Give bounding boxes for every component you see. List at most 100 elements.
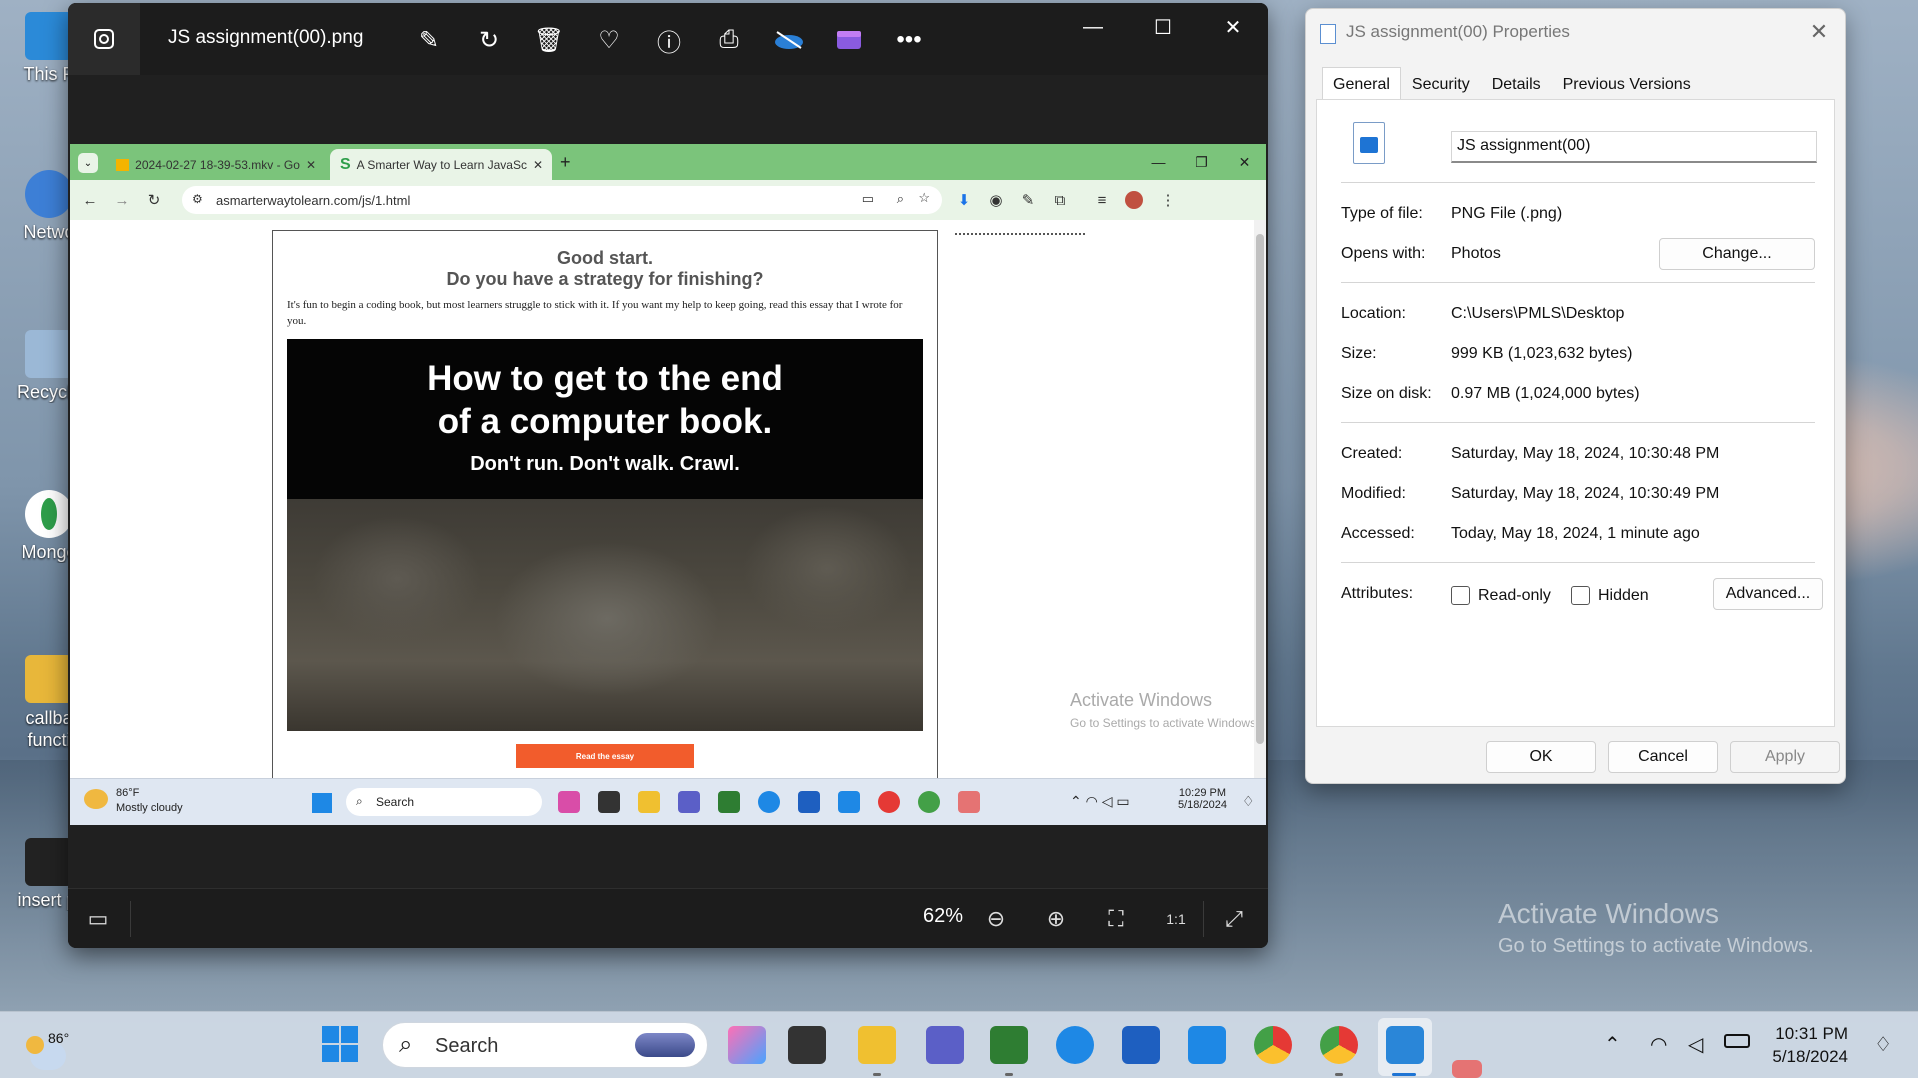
- checkbox-box[interactable]: [1571, 586, 1590, 605]
- filmstrip-toggle-button[interactable]: ▭: [80, 901, 116, 937]
- color-picker-extension-icon[interactable]: ◉: [984, 188, 1008, 212]
- page-scrollbar[interactable]: [1254, 220, 1266, 778]
- browser-tab-smarter-way[interactable]: S A Smarter Way to Learn JavaSc ✕: [330, 149, 552, 180]
- dialog-close-button[interactable]: ✕: [1805, 19, 1833, 45]
- inner-tray-icons[interactable]: ⌃ ◠ ◁ ▭: [1070, 793, 1130, 810]
- tab-details[interactable]: Details: [1481, 67, 1552, 100]
- app-window-icon[interactable]: [788, 1026, 826, 1064]
- photos-app-icon[interactable]: [68, 3, 140, 75]
- inner-edge-icon[interactable]: [758, 791, 780, 813]
- apply-button[interactable]: Apply: [1730, 741, 1840, 773]
- tab-security[interactable]: Security: [1401, 67, 1481, 100]
- browser-tab-drive[interactable]: 2024-02-27 18-39-53.mkv - Go ✕: [106, 149, 326, 180]
- delete-button[interactable]: 🗑: [528, 19, 570, 61]
- chat-app-icon[interactable]: [990, 1026, 1028, 1064]
- inner-app-icon[interactable]: [598, 791, 620, 813]
- inner-search-box[interactable]: ⌕ Search: [346, 788, 542, 816]
- file-name-field[interactable]: JS assignment(00): [1451, 131, 1817, 163]
- close-button[interactable]: ✕: [1198, 3, 1268, 51]
- eyedropper-icon[interactable]: ✎: [1016, 188, 1040, 212]
- browser-restore-button[interactable]: ❐: [1180, 144, 1223, 180]
- cancel-button[interactable]: Cancel: [1608, 741, 1718, 773]
- favorite-button[interactable]: ♡: [588, 19, 630, 61]
- clipchamp-button[interactable]: [828, 19, 870, 61]
- tab-close-icon[interactable]: ✕: [527, 158, 543, 172]
- onedrive-button[interactable]: [768, 19, 810, 61]
- restore-icon: ❐: [1195, 153, 1208, 170]
- cast-off-icon[interactable]: ▭: [862, 191, 874, 207]
- inner-folder-icon[interactable]: [638, 791, 660, 813]
- extensions-puzzle-icon[interactable]: ⧉: [1048, 188, 1072, 212]
- search-icon: ⌕: [356, 794, 363, 808]
- browser-minimize-button[interactable]: —: [1137, 144, 1180, 180]
- zoom-icon[interactable]: ⌕: [897, 191, 904, 207]
- taskbar-search[interactable]: ⌕ Search: [382, 1022, 708, 1068]
- browser-close-button[interactable]: ✕: [1223, 144, 1266, 180]
- minimize-button[interactable]: —: [1058, 3, 1128, 51]
- download-extension-icon[interactable]: ⬇: [952, 188, 976, 212]
- wifi-icon[interactable]: ◠: [1650, 1032, 1667, 1057]
- photos-taskbar-icon[interactable]: [1386, 1026, 1424, 1064]
- start-button[interactable]: [322, 1026, 358, 1062]
- inner-app2-icon[interactable]: [718, 791, 740, 813]
- inner-clock[interactable]: 10:29 PM 5/18/2024: [1178, 787, 1227, 811]
- read-essay-button[interactable]: Read the essay: [516, 744, 694, 768]
- essay-banner[interactable]: How to get to the end of a computer book…: [287, 339, 923, 731]
- rotate-button[interactable]: ↻: [468, 19, 510, 61]
- store-icon[interactable]: [1122, 1026, 1160, 1064]
- show-hidden-icons-button[interactable]: ⌃: [1604, 1032, 1621, 1057]
- file-explorer-icon[interactable]: [858, 1026, 896, 1064]
- inner-premiere-icon[interactable]: [558, 791, 580, 813]
- volume-icon[interactable]: ◁: [1688, 1032, 1703, 1057]
- scrollbar-thumb[interactable]: [1256, 234, 1264, 744]
- zoom-out-button[interactable]: ⊖: [978, 901, 1014, 937]
- inner-teams-icon[interactable]: [678, 791, 700, 813]
- file-info-button[interactable]: ⓘ: [648, 19, 690, 61]
- advanced-button[interactable]: Advanced...: [1713, 578, 1823, 610]
- reading-list-icon[interactable]: ≡: [1090, 188, 1114, 212]
- chrome-icon[interactable]: [1254, 1026, 1292, 1064]
- snipping-tool-icon[interactable]: [1452, 1060, 1482, 1078]
- checkbox-box[interactable]: [1451, 586, 1470, 605]
- battery-icon[interactable]: [1724, 1034, 1750, 1048]
- inner-start-icon[interactable]: [312, 793, 332, 813]
- inner-mail-icon[interactable]: [838, 791, 860, 813]
- profile-avatar-icon[interactable]: [1122, 188, 1146, 212]
- copilot-pre-icon[interactable]: [728, 1026, 766, 1064]
- actual-size-button[interactable]: 1:1: [1158, 901, 1194, 937]
- chrome-profile-icon[interactable]: [1320, 1026, 1358, 1064]
- tab-close-icon[interactable]: ✕: [300, 158, 316, 172]
- forward-button[interactable]: →: [110, 188, 134, 212]
- maximize-button[interactable]: ☐: [1128, 3, 1198, 51]
- mail-icon[interactable]: [1188, 1026, 1226, 1064]
- tab-search-button[interactable]: ⌄: [78, 153, 98, 173]
- reload-button[interactable]: ↻: [142, 188, 166, 212]
- bookmark-star-icon[interactable]: ☆: [918, 190, 930, 206]
- fit-to-window-button[interactable]: ⛶: [1098, 901, 1134, 937]
- inner-chrome-profile-icon[interactable]: [918, 791, 940, 813]
- edit-image-button[interactable]: ✎: [408, 19, 450, 61]
- hidden-checkbox[interactable]: Hidden: [1571, 586, 1649, 605]
- taskbar-clock[interactable]: 10:31 PM 5/18/2024: [1772, 1022, 1848, 1068]
- inner-bell-icon[interactable]: ♢: [1242, 793, 1255, 810]
- change-button[interactable]: Change...: [1659, 238, 1815, 270]
- teams-icon[interactable]: [926, 1026, 964, 1064]
- fullscreen-button[interactable]: ⤢: [1216, 901, 1252, 937]
- edge-icon[interactable]: [1056, 1026, 1094, 1064]
- more-options-button[interactable]: •••: [888, 19, 930, 61]
- inner-chrome-icon[interactable]: [878, 791, 900, 813]
- address-bar[interactable]: ⚙ asmarterwaytolearn.com/js/1.html ▭ ⌕ ☆: [182, 186, 942, 214]
- new-tab-button[interactable]: +: [560, 152, 571, 173]
- browser-menu-icon[interactable]: ⋮: [1156, 188, 1180, 212]
- inner-snip-icon[interactable]: [958, 791, 980, 813]
- notification-bell-icon[interactable]: ♢: [1874, 1032, 1892, 1057]
- back-button[interactable]: ←: [78, 188, 102, 212]
- readonly-checkbox[interactable]: Read-only: [1451, 586, 1551, 605]
- inner-store-icon[interactable]: [798, 791, 820, 813]
- tab-previous-versions[interactable]: Previous Versions: [1552, 67, 1702, 100]
- tab-general[interactable]: General: [1322, 67, 1401, 100]
- ok-button[interactable]: OK: [1486, 741, 1596, 773]
- close-icon: ✕: [1809, 19, 1829, 44]
- print-button[interactable]: ⎙: [708, 19, 750, 61]
- zoom-in-button[interactable]: ⊕: [1038, 901, 1074, 937]
